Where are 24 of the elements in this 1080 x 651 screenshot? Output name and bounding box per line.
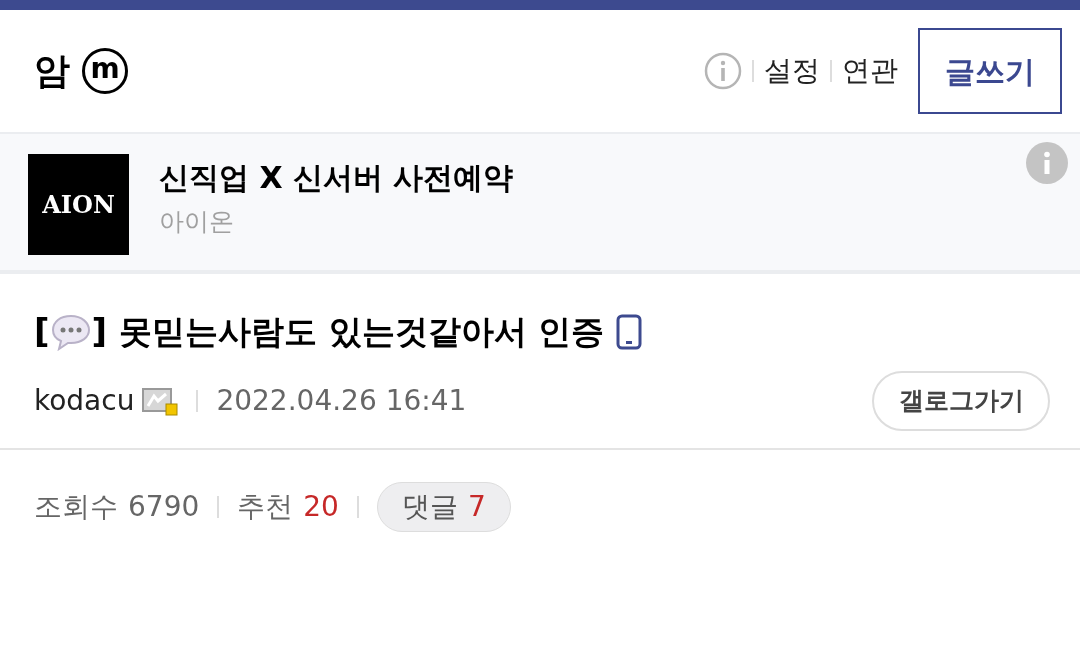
post-date: 2022.04.26 16:41	[216, 383, 467, 419]
speech-bubble-icon	[49, 312, 92, 351]
minor-gallery-badge: m	[82, 48, 128, 94]
views-label: 조회수	[34, 489, 118, 525]
write-button[interactable]: 글쓰기	[918, 28, 1062, 114]
author-name[interactable]: kodacu	[34, 380, 135, 422]
title-bracket: ]	[91, 310, 108, 353]
header-link[interactable]: 설정	[764, 50, 820, 92]
recommend-count: 20	[303, 489, 339, 525]
gallery-title: 암	[34, 49, 70, 93]
mobile-phone-icon	[616, 313, 643, 350]
gallog-button[interactable]: 갤로그가기	[872, 371, 1050, 431]
title-bracket: [	[34, 310, 50, 353]
comments-button[interactable]: 댓글 7	[376, 482, 511, 532]
fixed-user-icon	[142, 386, 179, 416]
post-title: 못믿는사람도 있는것같아서 인증	[119, 310, 605, 353]
ad-title[interactable]: 신직업 X 신서버 사전예약	[159, 154, 1026, 202]
advertiser-name: 아이온	[159, 206, 235, 238]
recommend-label: 추천	[237, 489, 294, 525]
aion-logo[interactable]: AION	[28, 154, 129, 255]
info-icon[interactable]	[704, 52, 742, 90]
header-link[interactable]: 연관	[842, 50, 898, 92]
views-count: 6790	[128, 489, 200, 525]
info-icon[interactable]	[1026, 142, 1068, 184]
